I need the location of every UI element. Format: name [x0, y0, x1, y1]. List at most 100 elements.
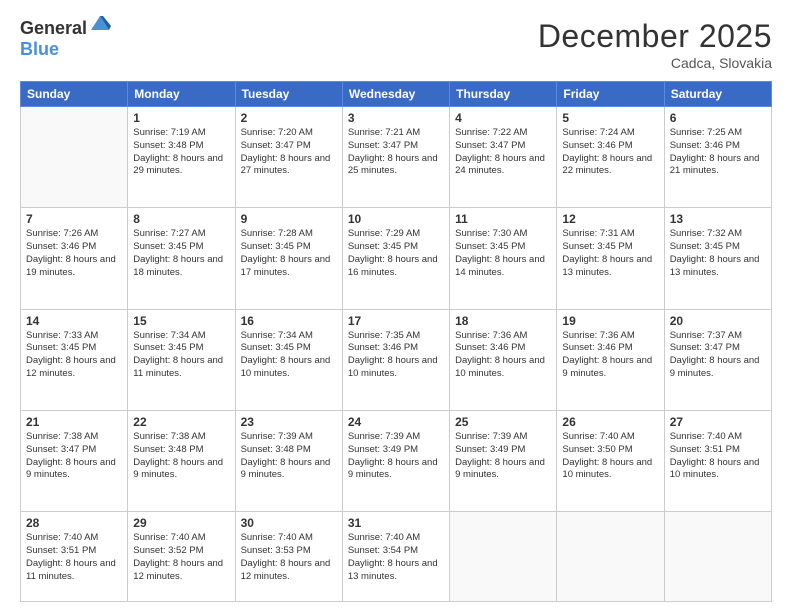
date-number: 21: [26, 415, 122, 429]
date-number: 10: [348, 212, 444, 226]
daylight-line2: 9 minutes.: [133, 469, 229, 482]
daylight-line1: Daylight: 8 hours and: [241, 355, 337, 368]
daylight-line2: 10 minutes.: [348, 368, 444, 381]
sunrise-line: Sunrise: 7:40 AM: [241, 532, 337, 545]
calendar-cell: 16 Sunrise: 7:34 AMSunset: 3:45 PMDayligh…: [235, 309, 342, 410]
sunset-line: Sunset: 3:45 PM: [562, 241, 658, 254]
title-block: December 2025 Cadca, Slovakia: [538, 18, 772, 71]
calendar-cell: 26Sunrise: 7:40 AMSunset: 3:50 PMDayligh…: [557, 410, 664, 511]
calendar-cell: 27Sunrise: 7:40 AMSunset: 3:51 PMDayligh…: [664, 410, 771, 511]
daylight-line1: Daylight: 8 hours and: [670, 254, 766, 267]
date-number: 30: [241, 516, 337, 530]
date-number: 20: [670, 314, 766, 328]
sunrise-line: Sunrise: 7:24 AM: [562, 127, 658, 140]
sunrise-line: Sunrise: 7:19 AM: [133, 127, 229, 140]
calendar-week-1: 1Sunrise: 7:19 AMSunset: 3:48 PMDaylight…: [21, 107, 772, 208]
page: General Blue December 2025 Cadca, Slovak…: [0, 0, 792, 612]
date-number: 2: [241, 111, 337, 125]
calendar-cell: [557, 512, 664, 602]
sunset-line: Sunset: 3:49 PM: [348, 444, 444, 457]
sunrise-line: Sunrise: 7:21 AM: [348, 127, 444, 140]
daylight-line1: Daylight: 8 hours and: [670, 355, 766, 368]
daylight-line2: 11 minutes.: [26, 571, 122, 584]
calendar-cell: [664, 512, 771, 602]
day-header-thursday: Thursday: [450, 82, 557, 107]
daylight-line2: 10 minutes.: [241, 368, 337, 381]
daylight-line2: 12 minutes.: [26, 368, 122, 381]
daylight-line2: 16 minutes.: [348, 267, 444, 280]
sunrise-line: Sunrise: 7:35 AM: [348, 330, 444, 343]
sunrise-line: Sunrise: 7:34 AM: [241, 330, 337, 343]
daylight-line1: Daylight: 8 hours and: [562, 153, 658, 166]
sunset-line: Sunset: 3:49 PM: [455, 444, 551, 457]
calendar-body: 1Sunrise: 7:19 AMSunset: 3:48 PMDaylight…: [21, 107, 772, 602]
sunset-line: Sunset: 3:46 PM: [26, 241, 122, 254]
sunset-line: Sunset: 3:54 PM: [348, 545, 444, 558]
date-number: 19: [562, 314, 658, 328]
calendar-cell: 12Sunrise: 7:31 AMSunset: 3:45 PMDayligh…: [557, 208, 664, 309]
calendar-cell: 28Sunrise: 7:40 AMSunset: 3:51 PMDayligh…: [21, 512, 128, 602]
sunset-line: Sunset: 3:50 PM: [562, 444, 658, 457]
sunrise-line: Sunrise: 7:40 AM: [348, 532, 444, 545]
date-number: 26: [562, 415, 658, 429]
sunset-line: Sunset: 3:45 PM: [241, 241, 337, 254]
daylight-line2: 9 minutes.: [670, 368, 766, 381]
logo-general: General: [20, 18, 87, 38]
daylight-line1: Daylight: 8 hours and: [26, 254, 122, 267]
calendar-cell: 15Sunrise: 7:34 AMSunset: 3:45 PMDayligh…: [128, 309, 235, 410]
calendar-cell: [450, 512, 557, 602]
sunset-line: Sunset: 3:45 PM: [455, 241, 551, 254]
date-number: 15: [133, 314, 229, 328]
daylight-line2: 18 minutes.: [133, 267, 229, 280]
date-number: 11: [455, 212, 551, 226]
daylight-line1: Daylight: 8 hours and: [133, 355, 229, 368]
calendar-cell: 1Sunrise: 7:19 AMSunset: 3:48 PMDaylight…: [128, 107, 235, 208]
sunrise-line: Sunrise: 7:32 AM: [670, 228, 766, 241]
daylight-line2: 22 minutes.: [562, 165, 658, 178]
day-header-monday: Monday: [128, 82, 235, 107]
daylight-line2: 9 minutes.: [455, 469, 551, 482]
daylight-line2: 9 minutes.: [26, 469, 122, 482]
calendar-cell: 31Sunrise: 7:40 AMSunset: 3:54 PMDayligh…: [342, 512, 449, 602]
sunset-line: Sunset: 3:46 PM: [670, 140, 766, 153]
calendar-cell: 18Sunrise: 7:36 AMSunset: 3:46 PMDayligh…: [450, 309, 557, 410]
sunrise-line: Sunrise: 7:22 AM: [455, 127, 551, 140]
daylight-line1: Daylight: 8 hours and: [133, 254, 229, 267]
sunset-line: Sunset: 3:47 PM: [26, 444, 122, 457]
date-number: 24: [348, 415, 444, 429]
sunset-line: Sunset: 3:45 PM: [133, 241, 229, 254]
daylight-line1: Daylight: 8 hours and: [348, 558, 444, 571]
daylight-line1: Daylight: 8 hours and: [133, 153, 229, 166]
daylight-line1: Daylight: 8 hours and: [455, 254, 551, 267]
sunset-line: Sunset: 3:45 PM: [133, 342, 229, 355]
sunrise-line: Sunrise: 7:36 AM: [455, 330, 551, 343]
daylight-line1: Daylight: 8 hours and: [241, 153, 337, 166]
daylight-line1: Daylight: 8 hours and: [348, 254, 444, 267]
daylight-line1: Daylight: 8 hours and: [562, 355, 658, 368]
month-title: December 2025: [538, 18, 772, 55]
calendar-week-5: 28Sunrise: 7:40 AMSunset: 3:51 PMDayligh…: [21, 512, 772, 602]
daylight-line1: Daylight: 8 hours and: [133, 457, 229, 470]
calendar-table: SundayMondayTuesdayWednesdayThursdayFrid…: [20, 81, 772, 602]
logo-blue: Blue: [20, 39, 59, 59]
sunrise-line: Sunrise: 7:28 AM: [241, 228, 337, 241]
daylight-line1: Daylight: 8 hours and: [241, 254, 337, 267]
calendar-cell: 23Sunrise: 7:39 AMSunset: 3:48 PMDayligh…: [235, 410, 342, 511]
daylight-line1: Daylight: 8 hours and: [348, 457, 444, 470]
sunset-line: Sunset: 3:45 PM: [241, 342, 337, 355]
sunset-line: Sunset: 3:47 PM: [348, 140, 444, 153]
sunrise-line: Sunrise: 7:39 AM: [241, 431, 337, 444]
calendar-week-3: 14Sunrise: 7:33 AMSunset: 3:45 PMDayligh…: [21, 309, 772, 410]
logo-text: General Blue: [20, 18, 111, 60]
date-number: 9: [241, 212, 337, 226]
calendar-cell: 3Sunrise: 7:21 AMSunset: 3:47 PMDaylight…: [342, 107, 449, 208]
calendar-cell: 19Sunrise: 7:36 AMSunset: 3:46 PMDayligh…: [557, 309, 664, 410]
sunset-line: Sunset: 3:53 PM: [241, 545, 337, 558]
date-number: 27: [670, 415, 766, 429]
date-number: 16: [241, 314, 337, 328]
sunset-line: Sunset: 3:48 PM: [133, 444, 229, 457]
date-number: 14: [26, 314, 122, 328]
sunrise-line: Sunrise: 7:38 AM: [26, 431, 122, 444]
sunrise-line: Sunrise: 7:38 AM: [133, 431, 229, 444]
sunset-line: Sunset: 3:46 PM: [562, 140, 658, 153]
